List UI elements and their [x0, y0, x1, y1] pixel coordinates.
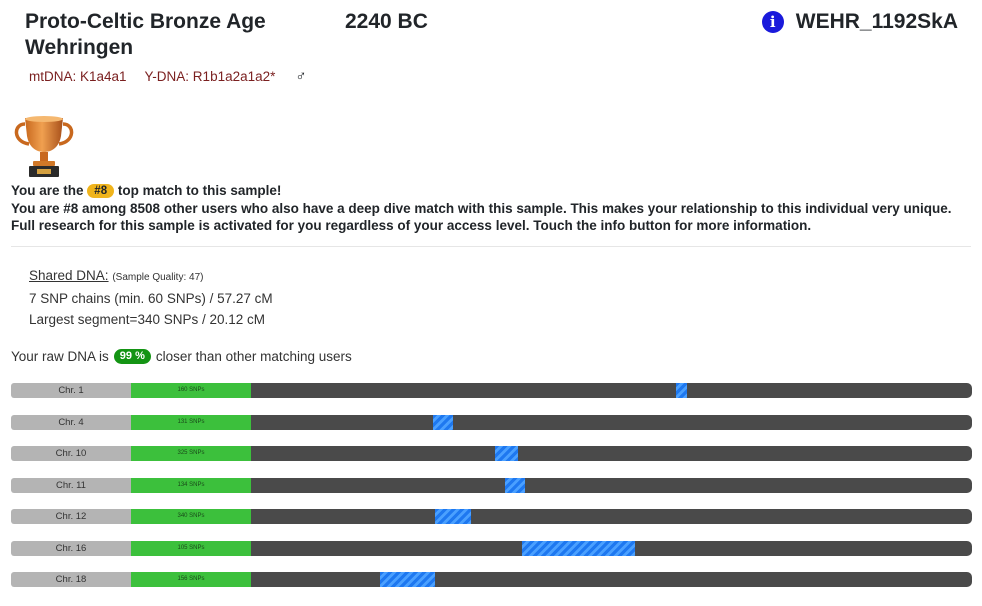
snp-count: 160 SNPs [131, 383, 251, 398]
chromosome-track [251, 572, 972, 587]
shared-dna-summary: Shared DNA: (Sample Quality: 47) 7 SNP c… [29, 265, 273, 330]
snp-count: 325 SNPs [131, 446, 251, 461]
sample-id-block: i WEHR_1192SkA [761, 9, 958, 35]
chromosome-label: Chr. 4 [11, 414, 131, 430]
snp-count: 105 SNPs [131, 540, 251, 556]
snp-count: 156 SNPs [131, 572, 251, 587]
shared-segment[interactable] [522, 540, 636, 556]
snp-count: 134 SNPs [131, 477, 251, 493]
shared-dna-heading[interactable]: Shared DNA: [29, 268, 109, 283]
chromosome-track [251, 414, 972, 430]
chromosome-label: Chr. 10 [11, 446, 131, 461]
largest-segment: Largest segment=340 SNPs / 20.12 cM [29, 312, 266, 327]
chromosome-track [251, 446, 972, 461]
chromosome-label: Chr. 16 [11, 540, 131, 556]
sample-title: Proto-Celtic Bronze Age Wehringen [25, 10, 266, 59]
sample-date: 2240 BC [345, 10, 428, 33]
match-summary: You are the #8 top match to this sample!… [11, 182, 976, 235]
chromosome-row: Chr. 18 156 SNPs [11, 572, 972, 587]
shared-segment[interactable] [380, 572, 435, 587]
divider [11, 246, 971, 247]
trophy-icon [14, 116, 74, 177]
shared-segment[interactable] [433, 414, 453, 430]
snp-count: 131 SNPs [131, 414, 251, 430]
research-note: Full research for this sample is activat… [11, 218, 812, 233]
chromosome-row: Chr. 1 160 SNPs [11, 383, 972, 398]
snp-count: 340 SNPs [131, 509, 251, 524]
shared-segment[interactable] [504, 477, 525, 493]
shared-segment[interactable] [494, 446, 518, 461]
sample-id: WEHR_1192SkA [795, 10, 958, 33]
ydna-haplogroup: Y-DNA: R1b1a2a1a2* [144, 69, 276, 84]
chromosome-label: Chr. 18 [11, 572, 131, 587]
rank-badge: #8 [87, 184, 115, 198]
chromosome-row: Chr. 16 105 SNPs [11, 540, 972, 556]
chromosome-list: Chr. 1 160 SNPs Chr. 4 131 SNPs Chr. 10 … [11, 383, 972, 604]
chromosome-label: Chr. 11 [11, 477, 131, 493]
shared-segment[interactable] [434, 509, 471, 524]
male-icon: ♂ [295, 68, 307, 85]
chromosome-track [251, 540, 972, 556]
chromosome-row: Chr. 11 134 SNPs [11, 477, 972, 493]
mtdna-haplogroup: mtDNA: K1a4a1 [29, 69, 127, 84]
match-rank-detail: You are #8 among 8508 other users who al… [11, 200, 952, 216]
closeness-badge: 99 % [113, 349, 151, 364]
snp-chains: 7 SNP chains (min. 60 SNPs) / 57.27 cM [29, 291, 273, 306]
sample-quality: (Sample Quality: 47) [112, 272, 204, 283]
chromosome-row: Chr. 10 325 SNPs [11, 446, 972, 461]
chromosome-label: Chr. 12 [11, 509, 131, 524]
chromosome-track [251, 383, 972, 398]
chromosome-row: Chr. 4 131 SNPs [11, 414, 972, 430]
chromosome-track [251, 477, 972, 493]
shared-segment[interactable] [676, 383, 688, 398]
chromosome-track [251, 509, 972, 524]
info-icon[interactable]: i [761, 11, 784, 33]
chromosome-label: Chr. 1 [11, 383, 131, 398]
raw-dna-closeness: Your raw DNA is 99 % closer than other m… [11, 349, 352, 364]
haplogroups: mtDNA: K1a4a1 Y-DNA: R1b1a2a1a2* ♂ [29, 68, 325, 85]
match-rank-line: You are the #8 top match to this sample! [11, 183, 282, 198]
chromosome-row: Chr. 12 340 SNPs [11, 509, 972, 524]
